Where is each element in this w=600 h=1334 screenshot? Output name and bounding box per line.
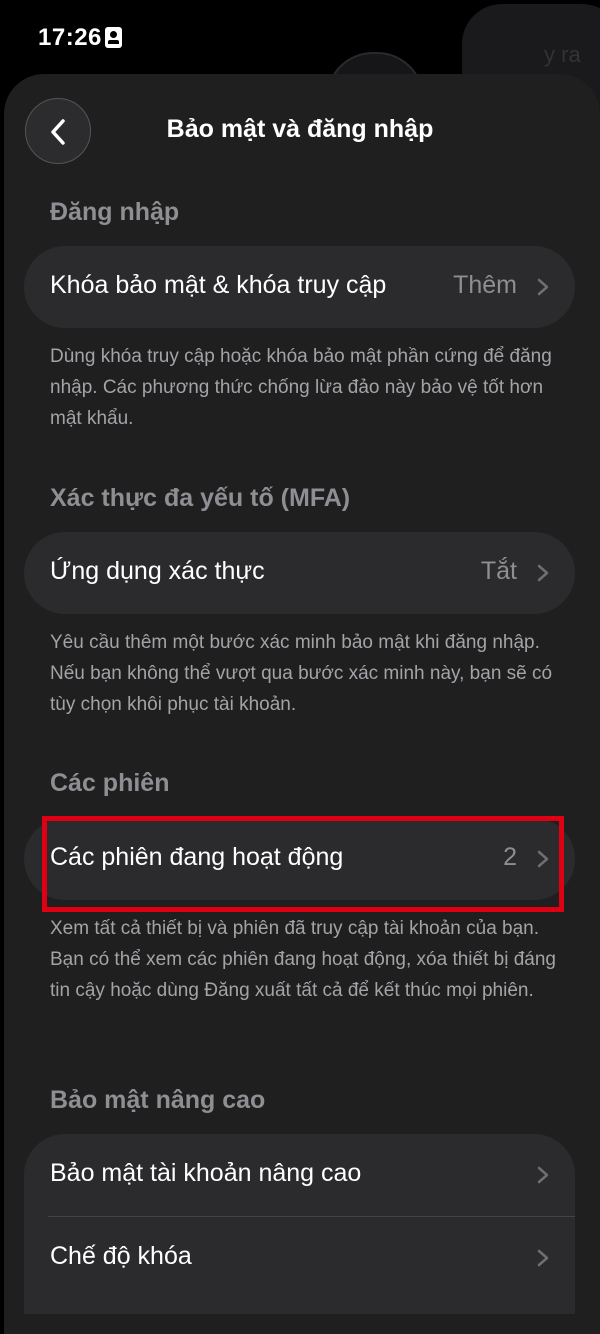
- security-keys-row[interactable]: Khóa bảo mật & khóa truy cập Thêm: [24, 246, 575, 328]
- chevron-right-icon: [537, 564, 549, 582]
- chevron-right-icon: [537, 1166, 549, 1184]
- row-label: Ứng dụng xác thực: [50, 557, 265, 585]
- chevron-right-icon: [537, 278, 549, 296]
- background-peek-text: y ra: [544, 42, 581, 67]
- row-value: Tắt: [480, 557, 517, 585]
- page-title: Bảo mật và đăng nhập: [166, 115, 434, 143]
- advanced-account-security-row[interactable]: Bảo mật tài khoản nâng cao: [24, 1134, 575, 1216]
- section-description-mfa: Yêu cầu thêm một bước xác minh bảo mật k…: [50, 632, 553, 715]
- chevron-right-icon: [537, 1249, 549, 1267]
- section-heading-login: Đăng nhập: [50, 198, 180, 226]
- id-card-icon: [105, 27, 122, 48]
- section-heading-sessions: Các phiên: [50, 769, 170, 797]
- row-value: Thêm: [453, 271, 517, 299]
- row-label: Bảo mật tài khoản nâng cao: [50, 1159, 362, 1187]
- authenticator-app-row[interactable]: Ứng dụng xác thực Tắt: [24, 532, 575, 614]
- row-label: Chế độ khóa: [50, 1242, 192, 1270]
- status-time: 17:26: [38, 24, 102, 51]
- section-heading-advanced: Bảo mật nâng cao: [50, 1086, 266, 1114]
- highlight-annotation: [42, 816, 564, 912]
- lockdown-mode-row[interactable]: Chế độ khóa: [24, 1217, 575, 1299]
- advanced-security-group: Bảo mật tài khoản nâng cao Chế độ khóa: [24, 1134, 575, 1314]
- section-description-sessions: Xem tất cả thiết bị và phiên đã truy cập…: [50, 918, 556, 1001]
- row-label: Khóa bảo mật & khóa truy cập: [50, 271, 387, 299]
- section-heading-mfa: Xác thực đa yếu tố (MFA): [50, 484, 351, 512]
- section-description-login: Dùng khóa truy cập hoặc khóa bảo mật phầ…: [50, 346, 552, 429]
